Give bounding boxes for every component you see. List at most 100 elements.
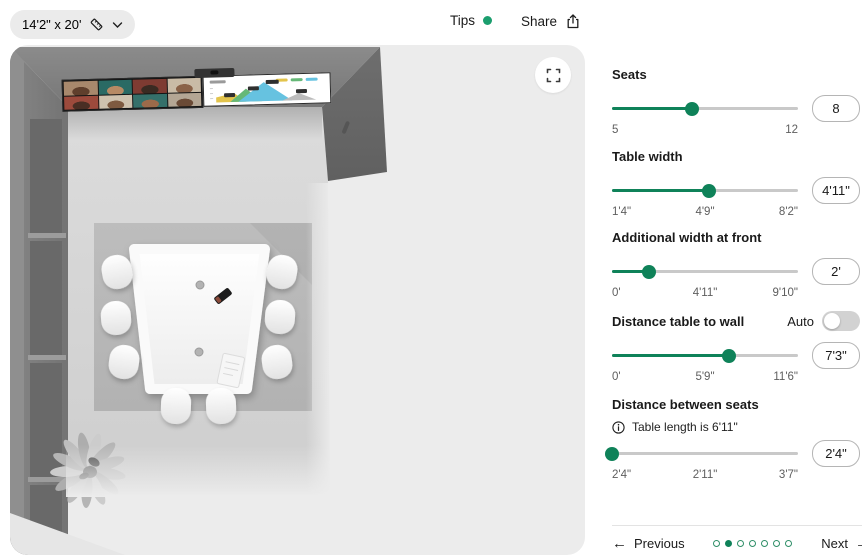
slider-fill	[612, 107, 692, 110]
slider-group-distance-wall: Distance table to wall Auto 0' 5'9" 11'6…	[612, 311, 860, 385]
room-designer-app: { "header": { "room_size": "14'2\" x 20'…	[0, 0, 862, 555]
tick-mid: 2'11"	[692, 469, 718, 481]
info-icon	[612, 420, 625, 434]
video-participant-tile	[63, 80, 98, 96]
slider-group-additional-width: Additional width at front 0' 4'11" 9'10"	[612, 229, 860, 301]
tick-min: 0'	[612, 371, 621, 383]
slider-label: Distance table to wall	[612, 313, 745, 329]
additional-width-slider[interactable]	[612, 258, 798, 285]
tick-mid: 5'9"	[695, 371, 715, 383]
pagination-dot[interactable]	[773, 540, 781, 547]
room-scene	[10, 47, 387, 555]
video-participant-tile	[167, 92, 202, 107]
tips-button[interactable]: Tips	[450, 13, 493, 28]
tick-min: 2'4"	[612, 469, 632, 481]
additional-width-value-input[interactable]	[812, 258, 860, 285]
slider-group-seats: Seats 5 12	[612, 66, 860, 138]
share-button[interactable]: Share	[521, 13, 581, 30]
pagination-dot[interactable]	[737, 540, 745, 547]
slider-thumb[interactable]	[642, 264, 657, 279]
floor-fade-bottom	[66, 445, 332, 497]
slider-label: Distance between seats	[612, 396, 759, 412]
previous-button[interactable]: ← Previous	[612, 536, 685, 551]
chevron-down-icon	[112, 21, 123, 29]
pagination-dot[interactable]	[761, 540, 769, 547]
video-participant-tile	[98, 94, 133, 109]
seats-slider[interactable]	[612, 95, 798, 122]
tips-status-dot	[483, 16, 493, 25]
distance-wall-slider[interactable]	[612, 342, 798, 369]
slider-track[interactable]	[612, 452, 798, 455]
table[interactable]	[129, 244, 270, 394]
tick-max: 3'7"	[778, 469, 798, 481]
slider-label: Additional width at front	[612, 229, 762, 245]
tick-max: 8'2"	[778, 206, 798, 218]
arrow-right-icon: →	[855, 536, 862, 551]
pagination-dot[interactable]	[725, 540, 733, 547]
chair	[160, 387, 192, 425]
slider-thumb[interactable]	[684, 101, 699, 116]
slider-group-distance-seats: Distance between seats Table length is 6…	[605, 396, 860, 483]
table-port	[195, 280, 205, 290]
pagination-dots	[713, 540, 793, 547]
settings-panel: Seats 5 12 Table width 1'4" 4'9	[605, 45, 862, 555]
table-width-value-input[interactable]	[812, 177, 860, 204]
pagination-bar: ← Previous Next →	[612, 536, 862, 551]
slider-thumb[interactable]	[701, 183, 716, 198]
room-size-button[interactable]: 14'2" x 20'	[10, 10, 136, 39]
slider-fill	[612, 189, 709, 192]
fullscreen-icon	[546, 68, 561, 83]
seats-value-input[interactable]	[812, 95, 860, 122]
video-participant-tile	[132, 78, 167, 94]
video-call-screen	[61, 75, 204, 112]
pagination-dot[interactable]	[785, 540, 793, 547]
tick-min: 5	[612, 124, 619, 136]
slider-group-table-width: Table width 1'4" 4'9" 8'2"	[612, 148, 860, 220]
tick-max: 11'6"	[773, 371, 798, 383]
pagination-dot[interactable]	[713, 540, 721, 547]
slider-fill	[612, 354, 730, 357]
camera-bar	[194, 67, 235, 79]
room-size-label: 14'2" x 20'	[22, 17, 82, 32]
tick-mid: 4'9"	[695, 206, 715, 218]
table-port	[194, 347, 204, 357]
fullscreen-button[interactable]	[535, 57, 571, 93]
previous-label: Previous	[634, 536, 685, 551]
table-width-slider[interactable]	[612, 177, 798, 204]
tick-min: 0'	[612, 287, 621, 299]
floor-fade-right	[306, 183, 332, 497]
pagination-dot[interactable]	[749, 540, 757, 547]
next-button[interactable]: Next →	[821, 536, 862, 551]
auto-toggle[interactable]	[822, 311, 860, 331]
presentation-screen	[202, 72, 332, 107]
next-label: Next	[821, 536, 848, 551]
left-wall-edge	[10, 47, 24, 555]
distance-wall-value-input[interactable]	[812, 342, 860, 369]
tick-min: 1'4"	[612, 206, 632, 218]
info-note: Table length is 6'11"	[632, 420, 738, 434]
arrow-left-icon: ←	[612, 535, 627, 552]
room-canvas[interactable]	[10, 45, 585, 555]
top-bar: 14'2" x 20' Tips Share	[0, 0, 862, 45]
tick-mid: 4'11"	[692, 287, 718, 299]
tips-label: Tips	[450, 13, 476, 28]
toggle-knob	[824, 313, 840, 329]
distance-seats-value-input[interactable]	[812, 440, 860, 467]
ruler-icon	[89, 17, 104, 32]
tick-max: 12	[785, 124, 798, 136]
slider-thumb[interactable]	[605, 446, 619, 461]
video-participant-tile	[133, 93, 167, 108]
video-participant-tile	[98, 79, 132, 95]
video-participant-tile	[167, 77, 201, 93]
auto-label: Auto	[787, 313, 814, 329]
distance-seats-slider[interactable]	[605, 440, 798, 467]
share-label: Share	[521, 14, 558, 29]
slider-label: Seats	[612, 66, 647, 82]
slider-thumb[interactable]	[722, 348, 737, 363]
chair	[205, 387, 237, 425]
tick-max: 9'10"	[772, 287, 798, 299]
slider-label: Table width	[612, 148, 683, 164]
video-participant-tile	[64, 95, 98, 110]
share-icon	[565, 13, 581, 30]
panel-divider	[612, 525, 862, 526]
